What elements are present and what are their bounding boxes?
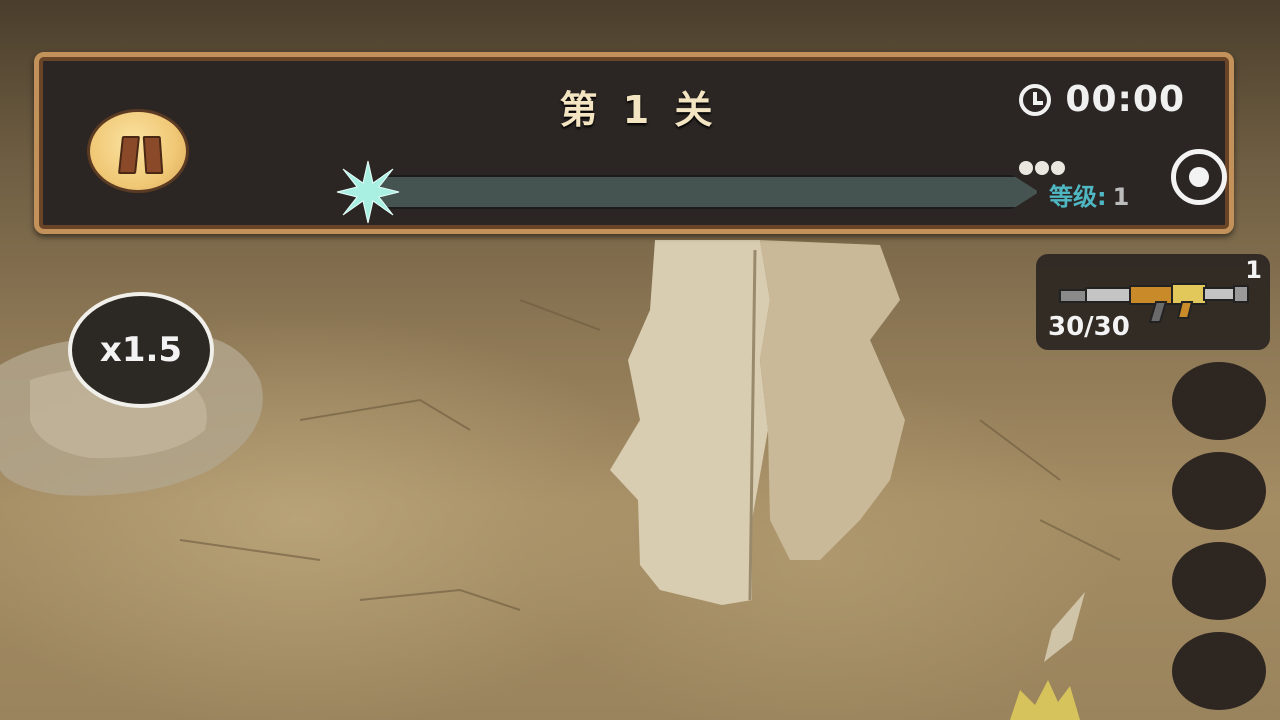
spark-icon bbox=[336, 160, 400, 224]
level-indicator: 等级: 1 bbox=[1049, 177, 1129, 212]
clock-icon bbox=[1019, 83, 1052, 116]
pause-icon bbox=[118, 136, 140, 174]
xp-progress-bar bbox=[379, 175, 1039, 209]
skill-slot[interactable] bbox=[1172, 632, 1266, 710]
level-label: 等级: bbox=[1049, 183, 1107, 211]
timer-text: 00:00 bbox=[1065, 79, 1185, 120]
ammo-count: 30/30 bbox=[1048, 312, 1130, 342]
level-value: 1 bbox=[1112, 183, 1130, 211]
speed-button[interactable]: x1.5 bbox=[68, 292, 214, 408]
dots-icon bbox=[1019, 161, 1065, 175]
skill-slot[interactable] bbox=[1172, 542, 1266, 620]
skill-slot[interactable] bbox=[1172, 452, 1266, 530]
skill-slot[interactable] bbox=[1172, 362, 1266, 440]
weapon-card[interactable]: 1 30/30 bbox=[1036, 254, 1270, 350]
pause-icon-bar bbox=[142, 136, 164, 174]
timer: 00:00 bbox=[1019, 79, 1185, 120]
target-button[interactable] bbox=[1171, 149, 1227, 205]
hud-top-panel: 第 1 关 00:00 等级: 1 bbox=[34, 52, 1234, 234]
